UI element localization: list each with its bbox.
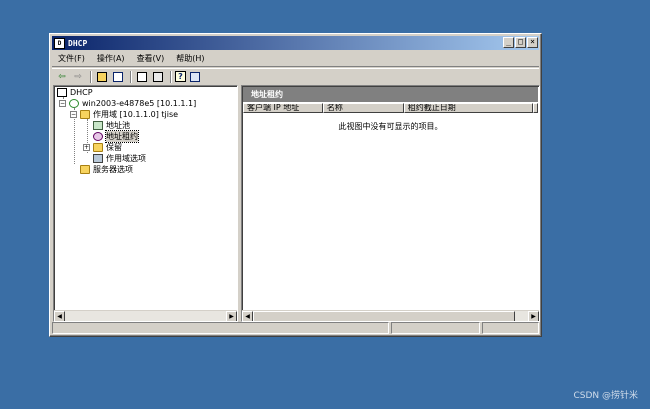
scroll-thumb[interactable] (253, 310, 515, 321)
scroll-left-button[interactable]: ◀ (54, 310, 65, 321)
tree-label: 作用域 [10.1.1.0] tjise (93, 110, 179, 119)
tree-node-server[interactable]: − win2003-e4878e5 [10.1.1.1] (59, 98, 196, 109)
console-view-icon[interactable] (188, 70, 202, 83)
up-folder-icon[interactable] (95, 70, 109, 83)
forward-arrow-icon[interactable]: ⇨ (71, 70, 85, 83)
tree-label: DHCP (70, 88, 93, 97)
scroll-right-button[interactable]: ▶ (528, 310, 539, 321)
address-pool-icon (93, 121, 103, 130)
tree-node-address-leases[interactable]: 地址租约 (93, 130, 139, 143)
column-header-name[interactable]: 名称 (322, 103, 404, 113)
menu-help[interactable]: 帮助(H) (170, 53, 210, 64)
menu-bar: 文件(F) 操作(A) 查看(V) 帮助(H) (52, 51, 539, 67)
dhcp-icon: D (54, 37, 65, 49)
server-icon (69, 99, 79, 108)
folder-icon (80, 165, 90, 174)
minimize-button[interactable]: _ (503, 37, 514, 48)
collapse-toggle[interactable]: − (59, 100, 66, 107)
close-button[interactable]: × (527, 37, 538, 48)
folder-icon (93, 143, 103, 152)
list-header: 客户端 IP 地址 名称 租约截止日期 类型 (243, 103, 538, 113)
maximize-button[interactable]: □ (515, 37, 526, 48)
window-title: DHCP (68, 38, 88, 48)
toolbar: ⇦ ⇨ ? (52, 68, 539, 84)
console-tree[interactable]: DHCP − win2003-e4878e5 [10.1.1.1] − 作用域 … (53, 85, 238, 322)
column-header-type[interactable]: 类型 (532, 103, 538, 113)
tree-label: 地址租约 (105, 130, 139, 143)
toolbar-separator (130, 70, 132, 83)
result-pane[interactable]: 地址租约 客户端 IP 地址 名称 租约截止日期 类型 此视图中没有可显示的项目… (241, 85, 540, 322)
address-leases-icon (93, 132, 103, 141)
help-icon[interactable]: ? (175, 71, 186, 82)
folder-icon (80, 110, 90, 119)
status-segment (482, 322, 539, 334)
toolbar-separator (90, 70, 92, 83)
watermark-text: CSDN @捞针米 (573, 391, 638, 401)
scroll-track[interactable] (65, 310, 226, 321)
scroll-right-button[interactable]: ▶ (226, 310, 237, 321)
title-bar[interactable]: D DHCP _ □ × (52, 36, 539, 50)
scope-options-icon (93, 154, 103, 163)
status-segment (52, 322, 389, 334)
status-bar (52, 322, 539, 334)
dhcp-icon (57, 88, 67, 97)
back-arrow-icon[interactable]: ⇦ (55, 70, 69, 83)
column-header-lease-expiration[interactable]: 租约截止日期 (403, 103, 533, 113)
scroll-left-button[interactable]: ◀ (242, 310, 253, 321)
expand-toggle[interactable]: + (83, 144, 90, 151)
status-segment (391, 322, 480, 334)
tree-horizontal-scrollbar[interactable]: ◀ ▶ (54, 310, 237, 321)
properties-icon[interactable] (135, 70, 149, 83)
tree-node-reservations[interactable]: + 保留 (83, 142, 122, 153)
dhcp-window: D DHCP _ □ × 文件(F) 操作(A) 查看(V) 帮助(H) ⇦ ⇨… (49, 33, 542, 337)
caption-buttons: _ □ × (502, 37, 538, 48)
tree-label: 保留 (106, 143, 122, 152)
tree-label: win2003-e4878e5 [10.1.1.1] (82, 99, 197, 108)
tree-label: 服务器选项 (93, 165, 133, 174)
result-pane-title: 地址租约 (243, 87, 538, 102)
menu-file[interactable]: 文件(F) (52, 53, 91, 64)
show-hide-tree-icon[interactable] (111, 70, 125, 83)
tree-node-server-options[interactable]: 服务器选项 (80, 164, 133, 175)
export-list-icon[interactable] (151, 70, 165, 83)
toolbar-separator (170, 70, 172, 83)
collapse-toggle[interactable]: − (70, 111, 77, 118)
tree-node-address-pool[interactable]: 地址池 (93, 120, 130, 131)
menu-action[interactable]: 操作(A) (91, 53, 131, 64)
tree-node-scope[interactable]: − 作用域 [10.1.1.0] tjise (70, 109, 178, 120)
list-horizontal-scrollbar[interactable]: ◀ ▶ (242, 310, 539, 321)
tree-label: 地址池 (106, 121, 130, 130)
tree-node-scope-options[interactable]: 作用域选项 (93, 153, 146, 164)
column-header-client-ip[interactable]: 客户端 IP 地址 (243, 103, 323, 113)
empty-list-message: 此视图中没有可显示的项目。 (338, 122, 443, 131)
tree-node-dhcp[interactable]: DHCP (57, 87, 93, 98)
tree-label: 作用域选项 (106, 154, 146, 163)
menu-view[interactable]: 查看(V) (131, 53, 171, 64)
